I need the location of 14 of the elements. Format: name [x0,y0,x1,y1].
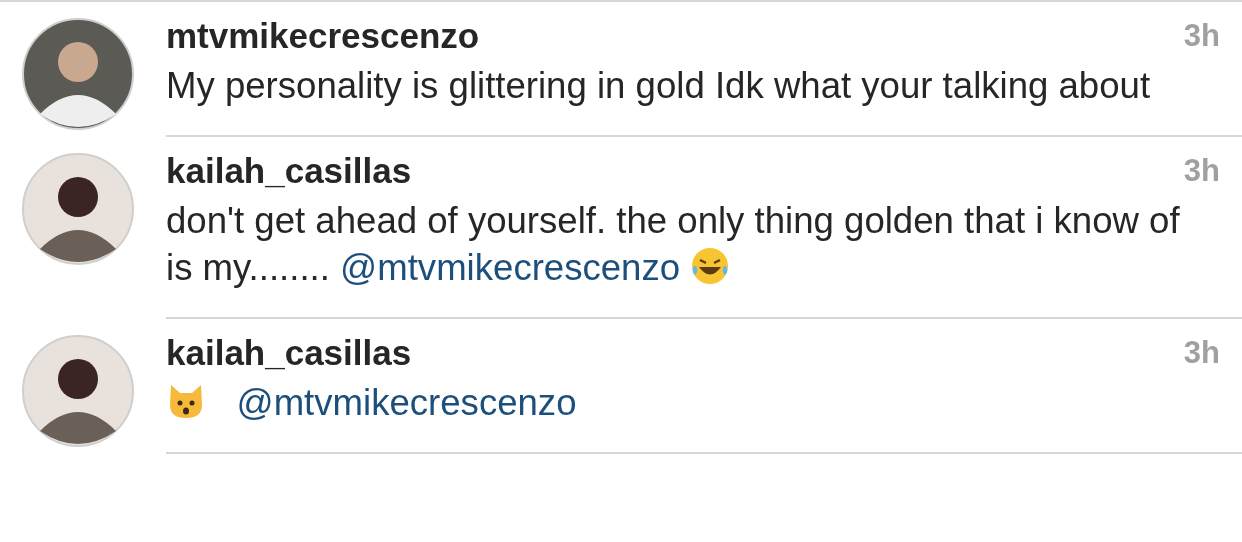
avatar-icon [22,153,134,265]
username[interactable]: kailah_casillas [166,149,1184,193]
comment-text: don't get ahead of yourself. the only thing golden that i know of is my........ @mtvmikecrescenzo [166,199,1181,290]
mention-link[interactable]: @mtvmikecrescenzo [340,247,681,288]
avatar-icon [22,335,134,447]
comment-time: 3h [1183,334,1220,372]
comment-time: 3h [1183,152,1220,190]
laughing-face-icon [690,246,731,286]
comment-text: My personality is glittering in gold Idk what your talking about [166,64,1152,108]
username[interactable]: kailah_casillas [166,331,1184,375]
comment-time: 3h [1183,17,1220,55]
mention-link[interactable]: @mtvmikecrescenzo [236,382,577,423]
avatar-icon [22,18,134,130]
username[interactable]: mtvmikecrescenzo [166,14,1184,58]
